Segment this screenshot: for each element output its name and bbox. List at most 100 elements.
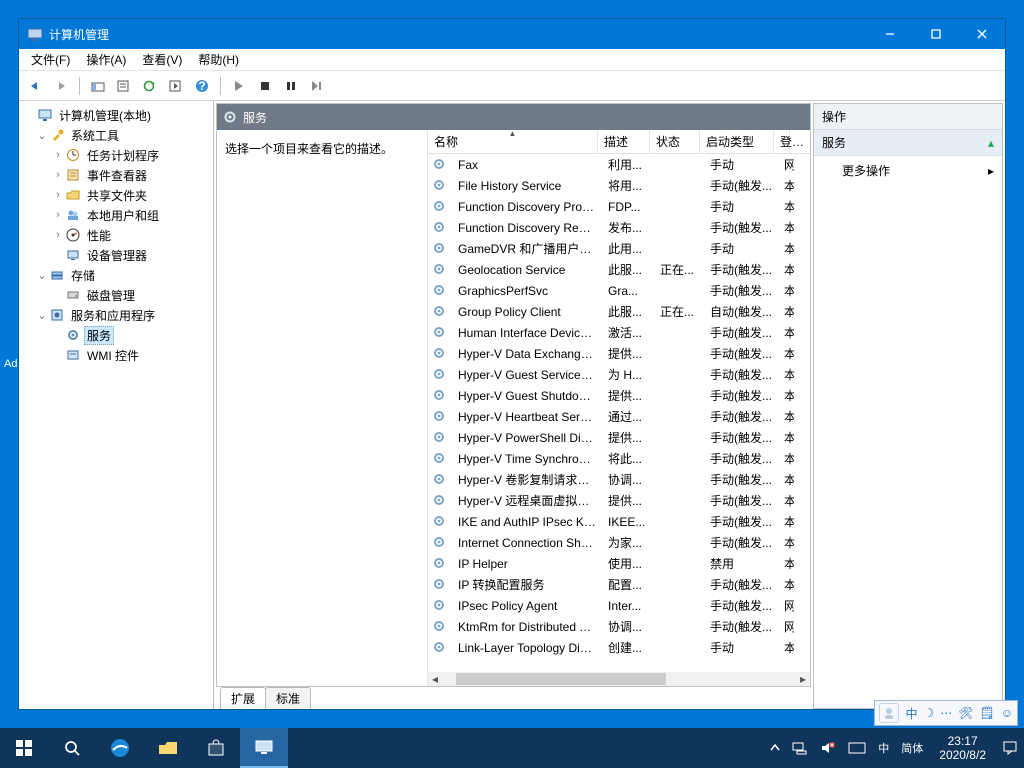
taskbar-edge[interactable] (96, 728, 144, 768)
up-button[interactable] (86, 75, 110, 97)
ime-mode[interactable]: 中 (905, 705, 917, 722)
help-button[interactable]: ? (190, 75, 214, 97)
service-row[interactable]: Hyper-V 远程桌面虚拟化...提供...手动(触发...本 (428, 490, 810, 511)
tray-overflow-icon[interactable] (764, 728, 786, 768)
scroll-left-icon[interactable]: ◂ (428, 672, 442, 686)
tray-keyboard-icon[interactable] (842, 728, 872, 768)
service-row[interactable]: Hyper-V 卷影复制请求程序协调...手动(触发...本 (428, 469, 810, 490)
desktop-icon-label[interactable]: Ad (4, 358, 17, 370)
service-row[interactable]: Geolocation Service此服...正在...手动(触发...本 (428, 259, 810, 280)
restart-service-button[interactable] (305, 75, 329, 97)
service-row[interactable]: File History Service将用...手动(触发...本 (428, 175, 810, 196)
ellipsis-icon[interactable]: ⋯ (940, 706, 952, 720)
export-button[interactable] (164, 75, 188, 97)
service-row[interactable]: IP Helper使用...禁用本 (428, 553, 810, 574)
tab-standard[interactable]: 标准 (265, 687, 311, 709)
service-row[interactable]: IP 转换配置服务配置...手动(触发...本 (428, 574, 810, 595)
service-row[interactable]: Function Discovery Provi...FDP...手动本 (428, 196, 810, 217)
system-tray[interactable]: 中 简体 23:17 2020/8/2 (764, 728, 1024, 768)
close-button[interactable] (959, 19, 1005, 49)
tree-storage[interactable]: ⌄存储 (21, 265, 211, 285)
service-row[interactable]: Hyper-V Data Exchange ...提供...手动(触发...本 (428, 343, 810, 364)
service-row[interactable]: Hyper-V PowerShell Dire...提供...手动(触发...本 (428, 427, 810, 448)
service-row[interactable]: Hyper-V Heartbeat Service通过...手动(触发...本 (428, 406, 810, 427)
titlebar[interactable]: 计算机管理 (19, 19, 1005, 49)
minimize-button[interactable] (867, 19, 913, 49)
tree-wmi[interactable]: WMI 控件 (21, 345, 211, 365)
service-row[interactable]: Group Policy Client此服...正在...自动(触发...本 (428, 301, 810, 322)
note-icon[interactable]: 🗒 (980, 706, 995, 720)
service-row[interactable]: Fax利用...手动网 (428, 154, 810, 175)
tray-clock[interactable]: 23:17 2020/8/2 (929, 734, 996, 762)
scroll-right-icon[interactable]: ▸ (796, 672, 810, 686)
list-header[interactable]: 名称▲ 描述 状态 启动类型 登… (428, 130, 810, 154)
col-desc[interactable]: 描述 (598, 130, 650, 153)
actions-group[interactable]: 服务 ▴ (814, 130, 1002, 156)
properties-button[interactable] (112, 75, 136, 97)
search-button[interactable] (48, 728, 96, 768)
taskbar-compmgmt[interactable] (240, 728, 288, 768)
tree-localusers[interactable]: ›本地用户和组 (21, 205, 211, 225)
start-button[interactable] (0, 728, 48, 768)
col-status[interactable]: 状态 (650, 130, 700, 153)
collapse-icon[interactable]: ▴ (988, 136, 994, 150)
stop-service-button[interactable] (253, 75, 277, 97)
service-row[interactable]: IPsec Policy AgentInter...手动(触发...网 (428, 595, 810, 616)
tree-perf[interactable]: ›性能 (21, 225, 211, 245)
ime-floating-bar[interactable]: 中 ☽ ⋯ 🛠 🗒 ☺ (874, 700, 1018, 726)
maximize-button[interactable] (913, 19, 959, 49)
menu-view[interactable]: 查看(V) (134, 49, 190, 70)
nav-tree[interactable]: 计算机管理(本地) ⌄系统工具 ›任务计划程序 ›事件查看器 ›共享文件夹 ›本… (19, 101, 214, 709)
service-row[interactable]: Hyper-V Guest Service In...为 H...手动(触发..… (428, 364, 810, 385)
tree-services[interactable]: 服务 (21, 325, 211, 345)
service-row[interactable]: Link-Layer Topology Disc...创建...手动本 (428, 637, 810, 658)
col-logon[interactable]: 登… (774, 130, 790, 153)
service-row[interactable]: Hyper-V Guest Shutdown...提供...手动(触发...本 (428, 385, 810, 406)
pause-service-button[interactable] (279, 75, 303, 97)
tab-extended[interactable]: 扩展 (220, 687, 266, 709)
actions-more[interactable]: 更多操作 ▸ (814, 156, 1002, 185)
moon-icon[interactable]: ☽ (924, 706, 935, 720)
service-row[interactable]: GameDVR 和广播用户服务...此用...手动本 (428, 238, 810, 259)
service-logon: 网 (778, 156, 794, 173)
service-row[interactable]: Internet Connection Shari...为家...手动(触发..… (428, 532, 810, 553)
ime-avatar-icon[interactable] (879, 703, 899, 723)
forward-button[interactable] (49, 75, 73, 97)
tree-eventviewer[interactable]: ›事件查看器 (21, 165, 211, 185)
col-start[interactable]: 启动类型 (700, 130, 774, 153)
tray-notifications-icon[interactable] (996, 728, 1024, 768)
back-button[interactable] (23, 75, 47, 97)
taskbar-explorer[interactable] (144, 728, 192, 768)
service-row[interactable]: Hyper-V Time Synchroniz...将此...手动(触发...本 (428, 448, 810, 469)
service-row[interactable]: GraphicsPerfSvcGra...手动(触发...本 (428, 280, 810, 301)
service-row[interactable]: KtmRm for Distributed Tr...协调...手动(触发...… (428, 616, 810, 637)
scroll-thumb[interactable] (456, 673, 666, 685)
tree-tasksched[interactable]: ›任务计划程序 (21, 145, 211, 165)
tray-volume-icon[interactable] (814, 728, 842, 768)
taskbar[interactable]: 中 简体 23:17 2020/8/2 (0, 728, 1024, 768)
tray-ime2[interactable]: 简体 (895, 728, 929, 768)
menu-action[interactable]: 操作(A) (78, 49, 134, 70)
wrench-icon[interactable]: 🛠 (958, 706, 973, 720)
tree-diskmgr[interactable]: 磁盘管理 (21, 285, 211, 305)
service-list[interactable]: 名称▲ 描述 状态 启动类型 登… Fax利用...手动网File Histor… (427, 130, 810, 686)
service-row[interactable]: Function Discovery Reso...发布...手动(触发...本 (428, 217, 810, 238)
service-row[interactable]: Human Interface Device ...激活...手动(触发...本 (428, 322, 810, 343)
tree-devmgr[interactable]: 设备管理器 (21, 245, 211, 265)
tree-svcapps[interactable]: ⌄服务和应用程序 (21, 305, 211, 325)
horizontal-scrollbar[interactable]: ◂ ▸ (428, 672, 810, 686)
taskbar-store[interactable] (192, 728, 240, 768)
tray-network-icon[interactable] (786, 728, 814, 768)
menu-file[interactable]: 文件(F) (23, 49, 78, 70)
smile-icon[interactable]: ☺ (1001, 706, 1013, 720)
menu-help[interactable]: 帮助(H) (190, 49, 247, 70)
start-service-button[interactable] (227, 75, 251, 97)
tray-ime1[interactable]: 中 (872, 728, 895, 768)
refresh-button[interactable] (138, 75, 162, 97)
tree-root[interactable]: 计算机管理(本地) (21, 105, 211, 125)
service-row[interactable]: IKE and AuthIP IPsec Key...IKEE...手动(触发.… (428, 511, 810, 532)
tree-sharedfolders[interactable]: ›共享文件夹 (21, 185, 211, 205)
col-name[interactable]: 名称▲ (428, 130, 598, 153)
service-start: 手动(触发... (704, 429, 778, 446)
tree-systools[interactable]: ⌄系统工具 (21, 125, 211, 145)
